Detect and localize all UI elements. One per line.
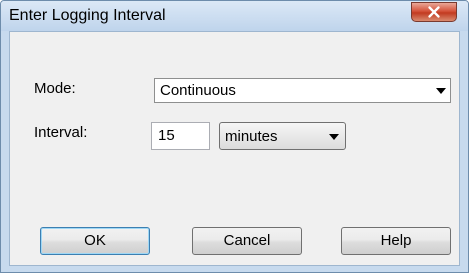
interval-label: Interval: [34, 124, 88, 141]
close-icon [428, 6, 440, 18]
help-button[interactable]: Help [341, 227, 451, 255]
dialog-title: Enter Logging Interval [9, 7, 166, 24]
chevron-down-icon [436, 88, 446, 94]
dialog-window: Enter Logging Interval Mode: Continuous … [0, 0, 469, 273]
mode-value: Continuous [160, 82, 236, 99]
close-button[interactable] [411, 2, 457, 22]
interval-input[interactable]: 15 [151, 122, 210, 150]
cancel-button[interactable]: Cancel [192, 227, 302, 255]
dialog-body: Mode: Continuous Interval: 15 minutes OK… [9, 31, 460, 266]
mode-dropdown[interactable]: Continuous [154, 78, 451, 103]
ok-button[interactable]: OK [40, 227, 150, 255]
interval-value: 15 [158, 127, 175, 144]
mode-label: Mode: [34, 80, 76, 97]
title-bar[interactable]: Enter Logging Interval [1, 1, 468, 31]
interval-unit-dropdown[interactable]: minutes [219, 122, 346, 150]
interval-unit-value: minutes [225, 128, 278, 145]
chevron-down-icon [329, 134, 339, 140]
